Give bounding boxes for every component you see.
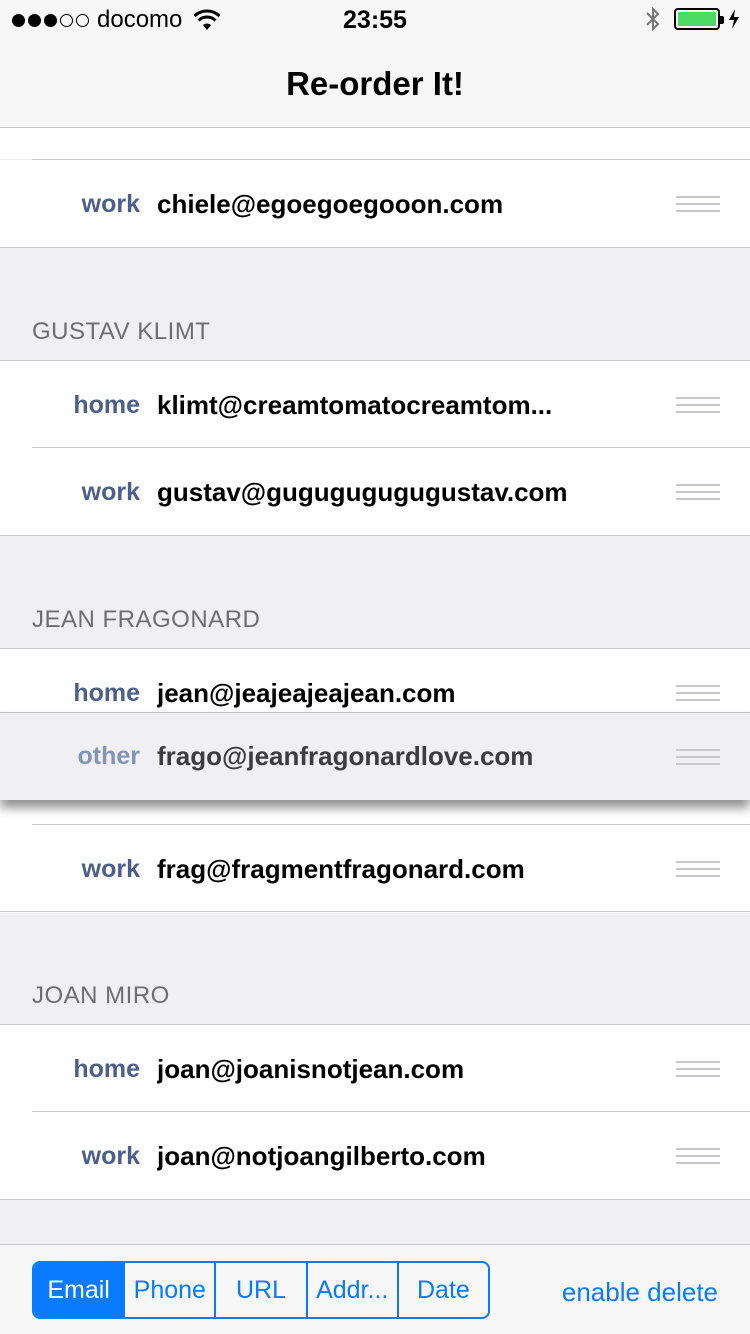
section-separator (0, 1199, 750, 1200)
bluetooth-icon (646, 6, 660, 32)
navigation-bar: Re-order It! (0, 40, 750, 128)
section-separator (0, 911, 750, 912)
battery-fill (678, 12, 716, 26)
table-row[interactable]: work joan@notjoangilberto.com (0, 1112, 750, 1200)
row-value: chiele@egoegoegooon.com (157, 188, 504, 219)
status-right (644, 6, 740, 32)
row-value: frag@fragmentfragonard.com (157, 853, 525, 884)
bottom-toolbar: Email Phone URL Addr... Date enable dele… (0, 1244, 750, 1334)
reorder-grip-icon[interactable] (676, 1061, 720, 1077)
table-row[interactable]: work chiele@egoegoegooon.com (0, 160, 750, 248)
row-value: joan@notjoangilberto.com (157, 1140, 486, 1171)
type-segmented-control[interactable]: Email Phone URL Addr... Date (32, 1261, 490, 1319)
section-header: JEAN FRAGONARD (32, 606, 261, 633)
segment-date[interactable]: Date (399, 1263, 488, 1317)
reorder-grip-icon[interactable] (676, 196, 720, 212)
row-separator (32, 824, 750, 825)
reorder-grip-icon[interactable] (676, 685, 720, 701)
segment-address[interactable]: Addr... (308, 1263, 399, 1317)
section-header: GUSTAV KLIMT (32, 318, 211, 345)
table-view[interactable]: work chiele@egoegoegooon.com GUSTAV KLIM… (0, 128, 750, 1244)
row-label: work (81, 477, 140, 506)
section-header: JOAN MIRO (32, 982, 170, 1009)
table-row[interactable]: work gustav@gugugugugugustav.com (0, 448, 750, 536)
row-value: gustav@gugugugugugustav.com (157, 476, 568, 507)
section-separator (0, 247, 750, 248)
row-value: joan@joanisnotjean.com (157, 1053, 465, 1084)
table-row[interactable]: work frag@fragmentfragonard.com (0, 825, 750, 913)
row-label: work (81, 854, 140, 883)
enable-delete-button[interactable]: enable delete (562, 1277, 718, 1308)
battery-cap (720, 16, 724, 24)
row-label: home (73, 1054, 140, 1083)
row-label: other (77, 742, 141, 770)
reorder-grip-icon[interactable] (676, 861, 720, 877)
row-value: jean@jeajeajeajean.com (157, 677, 456, 708)
dragging-row[interactable]: other frago@jeanfragonardlove.com (0, 712, 750, 800)
row-label: work (81, 1141, 140, 1170)
reorder-grip-icon[interactable] (676, 1148, 720, 1164)
table-row[interactable]: home klimt@creamtomatocreamtom... (0, 361, 750, 449)
status-time: 23:55 (343, 6, 407, 34)
reorder-grip-icon[interactable] (676, 484, 720, 500)
segment-url[interactable]: URL (216, 1263, 308, 1317)
table-row[interactable]: home joan@joanisnotjean.com (0, 1025, 750, 1113)
segment-email[interactable]: Email (34, 1263, 126, 1317)
segment-phone[interactable]: Phone (125, 1263, 217, 1317)
page-title: Re-order It! (286, 64, 464, 102)
charging-icon (729, 9, 739, 29)
row-label: work (81, 189, 140, 218)
section-separator (0, 535, 750, 536)
battery-icon (674, 8, 724, 30)
status-bar: docomo 23:55 (0, 0, 750, 40)
row-value: frago@jeanfragonardlove.com (157, 741, 534, 771)
row-label: home (73, 390, 140, 419)
table-row-clipped[interactable] (0, 128, 750, 159)
row-value: klimt@creamtomatocreamtom... (157, 389, 553, 420)
reorder-grip-icon[interactable] (676, 397, 720, 413)
row-label: home (73, 678, 140, 707)
reorder-grip-icon[interactable] (676, 748, 720, 765)
